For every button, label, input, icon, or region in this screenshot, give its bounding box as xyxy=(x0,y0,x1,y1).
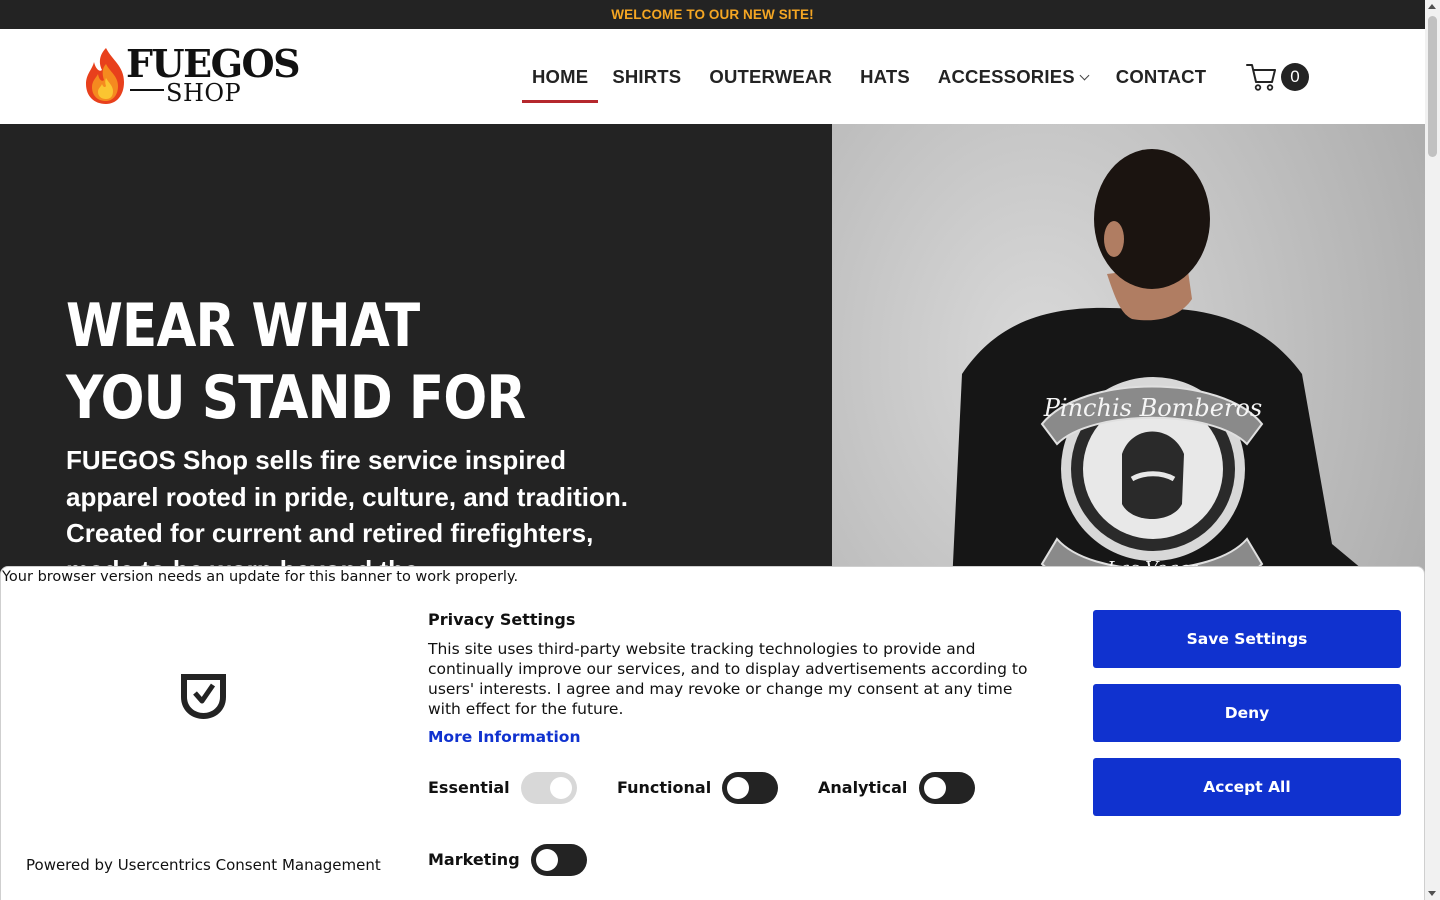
nav-accessories[interactable]: ACCESSORIES xyxy=(924,29,1102,124)
nav-shirts-label: SHIRTS xyxy=(612,66,682,87)
logo-divider xyxy=(130,89,164,91)
scroll-down-arrow-icon[interactable] xyxy=(1428,891,1436,896)
nav-contact[interactable]: CONTACT xyxy=(1102,29,1220,124)
cart-count-badge: 0 xyxy=(1281,63,1309,91)
shield-check-icon xyxy=(181,674,226,719)
functional-toggle[interactable] xyxy=(722,772,778,804)
nav-shirts[interactable]: SHIRTS xyxy=(598,29,695,124)
brand-logo[interactable]: FUEGOS SHOP xyxy=(82,44,302,108)
hero-title-line1: WEAR WHAT xyxy=(66,291,420,361)
functional-label: Functional xyxy=(617,778,712,797)
accept-all-button[interactable]: Accept All xyxy=(1093,758,1401,816)
page-scrollbar[interactable] xyxy=(1425,0,1440,900)
nav-home-label: HOME xyxy=(532,66,589,87)
browser-warning: Your browser version needs an update for… xyxy=(2,569,519,585)
privacy-settings-title: Privacy Settings xyxy=(428,610,576,629)
toggle-knob xyxy=(536,849,558,871)
analytical-label: Analytical xyxy=(818,778,908,797)
announcement-text: WELCOME TO OUR NEW SITE! xyxy=(611,7,814,22)
cart-icon xyxy=(1246,64,1276,91)
nav-hats-label: HATS xyxy=(860,66,910,87)
nav-outerwear[interactable]: OUTERWEAR xyxy=(695,29,846,124)
scrollbar-thumb[interactable] xyxy=(1428,16,1437,157)
essential-toggle xyxy=(521,772,577,804)
flame-icon xyxy=(86,48,124,104)
nav-hats[interactable]: HATS xyxy=(846,29,924,124)
nav-outerwear-label: OUTERWEAR xyxy=(709,66,833,87)
privacy-description: This site uses third-party website track… xyxy=(428,640,1028,718)
main-nav: HOME SHIRTS OUTERWEAR HATS ACCESSORIES C… xyxy=(522,29,1220,124)
deny-button[interactable]: Deny xyxy=(1093,684,1401,742)
brand-name: FUEGOS xyxy=(126,41,301,86)
toggle-knob xyxy=(924,777,946,799)
cart-button[interactable]: 0 xyxy=(1246,60,1310,94)
powered-by-text: Powered by Usercentrics Consent Manageme… xyxy=(26,856,381,874)
consent-banner: Your browser version needs an update for… xyxy=(0,566,1425,900)
save-settings-button[interactable]: Save Settings xyxy=(1093,610,1401,668)
analytical-toggle[interactable] xyxy=(919,772,975,804)
toggle-knob xyxy=(550,777,572,799)
nav-contact-label: CONTACT xyxy=(1115,66,1207,87)
shirt-graphic-top-text: Pinchis Bomberos xyxy=(1043,394,1262,422)
chevron-down-icon xyxy=(1079,70,1090,81)
marketing-toggle[interactable] xyxy=(531,844,587,876)
toggle-knob xyxy=(727,777,749,799)
hero-title: WEAR WHAT YOU STAND FOR xyxy=(66,290,526,434)
scroll-up-arrow-icon[interactable] xyxy=(1428,4,1436,9)
essential-label: Essential xyxy=(428,778,510,797)
announcement-bar: WELCOME TO OUR NEW SITE! xyxy=(0,0,1425,29)
marketing-label: Marketing xyxy=(428,850,520,869)
hero-title-line2: YOU STAND FOR xyxy=(66,363,526,433)
nav-home[interactable]: HOME xyxy=(522,29,599,124)
brand-subname: SHOP xyxy=(166,79,242,107)
nav-accessories-label: ACCESSORIES xyxy=(937,66,1075,87)
site-header: FUEGOS SHOP HOME SHIRTS OUTERWEAR HATS A… xyxy=(0,29,1425,124)
more-information-link[interactable]: More Information xyxy=(428,728,580,746)
